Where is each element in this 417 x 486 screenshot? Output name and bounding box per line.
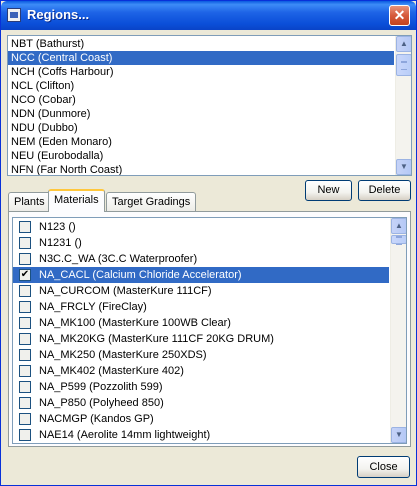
chevron-down-icon[interactable]: ▼: [396, 159, 411, 175]
window-title: Regions...: [27, 7, 90, 22]
tab-plants[interactable]: Plants: [8, 192, 51, 212]
delete-button[interactable]: Delete: [358, 180, 411, 201]
tab-materials[interactable]: Materials: [48, 189, 105, 212]
material-list-item[interactable]: ✔ NA_CACL (Calcium Chloride Accelerator): [13, 267, 389, 283]
region-list-item[interactable]: NEM (Eden Monaro): [8, 135, 394, 149]
material-checkbox[interactable]: [19, 413, 31, 425]
material-label: NA_MK20KG (MasterKure 111CF 20KG DRUM): [39, 333, 274, 345]
materials-checklist[interactable]: N123 () N1231 () N3C.C_WA (3C.C Waterproof…: [12, 217, 407, 444]
materials-rows: N123 () N1231 () N3C.C_WA (3C.C Waterproof…: [13, 219, 406, 443]
material-list-item[interactable]: NA_P850 (Polyheed 850): [13, 395, 389, 411]
scroll-thumb[interactable]: [391, 235, 406, 245]
material-label: NA_CURCOM (MasterKure 111CF): [39, 285, 212, 297]
material-checkbox[interactable]: [19, 317, 31, 329]
close-button[interactable]: Close: [357, 456, 410, 478]
tab-materials-label: Materials: [54, 194, 99, 206]
regions-scrollbar[interactable]: ▲ ▼: [395, 36, 411, 175]
title-bar[interactable]: Regions... ✕: [1, 1, 416, 30]
material-list-item[interactable]: NA_CURCOM (MasterKure 111CF): [13, 283, 389, 299]
material-label: NA_MK250 (MasterKure 250XDS): [39, 349, 207, 361]
material-label: NA_FRCLY (FireClay): [39, 301, 147, 313]
material-checkbox[interactable]: [19, 397, 31, 409]
material-list-item[interactable]: NA_P599 (Pozzolith 599): [13, 379, 389, 395]
material-checkbox[interactable]: [19, 237, 31, 249]
material-label: N123 (): [39, 221, 76, 233]
tab-target-gradings-label: Target Gradings: [112, 196, 191, 208]
material-checkbox[interactable]: [19, 301, 31, 313]
material-list-item[interactable]: NA_MK20KG (MasterKure 111CF 20KG DRUM): [13, 331, 389, 347]
material-list-item[interactable]: NAE14 (Aerolite 14mm lightweight): [13, 427, 389, 443]
window-app-icon: [7, 8, 21, 22]
material-checkbox[interactable]: [19, 365, 31, 377]
material-list-item[interactable]: N123 (): [13, 219, 389, 235]
materials-scrollbar[interactable]: ▲ ▼: [390, 218, 406, 443]
chevron-down-icon[interactable]: ▼: [391, 427, 406, 443]
tab-target-gradings[interactable]: Target Gradings: [106, 192, 197, 212]
close-icon[interactable]: ✕: [389, 5, 410, 26]
region-list-item[interactable]: NCL (Clifton): [8, 79, 394, 93]
material-checkbox[interactable]: [19, 429, 31, 441]
region-list-item[interactable]: NDU (Dubbo): [8, 121, 394, 135]
material-label: NACMGP (Kandos GP): [39, 413, 154, 425]
material-label: NAE14 (Aerolite 14mm lightweight): [39, 429, 211, 441]
new-button[interactable]: New: [305, 180, 352, 201]
chevron-up-icon[interactable]: ▲: [396, 36, 411, 52]
material-label: NA_P850 (Polyheed 850): [39, 397, 164, 409]
region-list-item[interactable]: NBT (Bathurst): [8, 37, 394, 51]
material-list-item[interactable]: N3C.C_WA (3C.C Waterproofer): [13, 251, 389, 267]
region-list-item[interactable]: NEU (Eurobodalla): [8, 149, 394, 163]
checkmark-icon[interactable]: ✔: [19, 269, 31, 281]
material-label: N1231 (): [39, 237, 82, 249]
material-checkbox[interactable]: [19, 221, 31, 233]
chevron-up-icon[interactable]: ▲: [391, 218, 406, 234]
material-list-item[interactable]: NA_MK250 (MasterKure 250XDS): [13, 347, 389, 363]
tab-plants-label: Plants: [14, 196, 45, 208]
regions-listbox[interactable]: NBT (Bathurst) NCC (Central Coast) NCH (Co…: [7, 35, 412, 176]
material-list-item[interactable]: NA_FRCLY (FireClay): [13, 299, 389, 315]
material-label: NA_P599 (Pozzolith 599): [39, 381, 163, 393]
material-list-item[interactable]: NA_MK100 (MasterKure 100WB Clear): [13, 315, 389, 331]
material-checkbox[interactable]: [19, 253, 31, 265]
region-list-item[interactable]: NDN (Dunmore): [8, 107, 394, 121]
material-checkbox[interactable]: [19, 349, 31, 361]
region-list-item[interactable]: NCO (Cobar): [8, 93, 394, 107]
regions-rows: NBT (Bathurst) NCC (Central Coast) NCH (Co…: [8, 37, 411, 175]
material-checkbox[interactable]: [19, 381, 31, 393]
material-checkbox[interactable]: [19, 333, 31, 345]
regions-dialog: Regions... ✕ NBT (Bathurst) NCC (Central …: [0, 0, 417, 486]
materials-tab-panel: N123 () N1231 () N3C.C_WA (3C.C Waterproof…: [8, 211, 411, 447]
material-list-item[interactable]: NA_MK402 (MasterKure 402): [13, 363, 389, 379]
material-list-item[interactable]: NACMGP (Kandos GP): [13, 411, 389, 427]
region-list-item[interactable]: NCH (Coffs Harbour): [8, 65, 394, 79]
material-list-item[interactable]: N1231 (): [13, 235, 389, 251]
region-list-item[interactable]: NFN (Far North Coast): [8, 163, 394, 175]
material-checkbox[interactable]: [19, 285, 31, 297]
material-label: NA_MK402 (MasterKure 402): [39, 365, 184, 377]
region-list-item[interactable]: NCC (Central Coast): [8, 51, 394, 65]
scroll-thumb[interactable]: [396, 54, 411, 76]
material-label: NA_CACL (Calcium Chloride Accelerator): [37, 267, 244, 283]
material-label: N3C.C_WA (3C.C Waterproofer): [39, 253, 198, 265]
material-label: NA_MK100 (MasterKure 100WB Clear): [39, 317, 231, 329]
